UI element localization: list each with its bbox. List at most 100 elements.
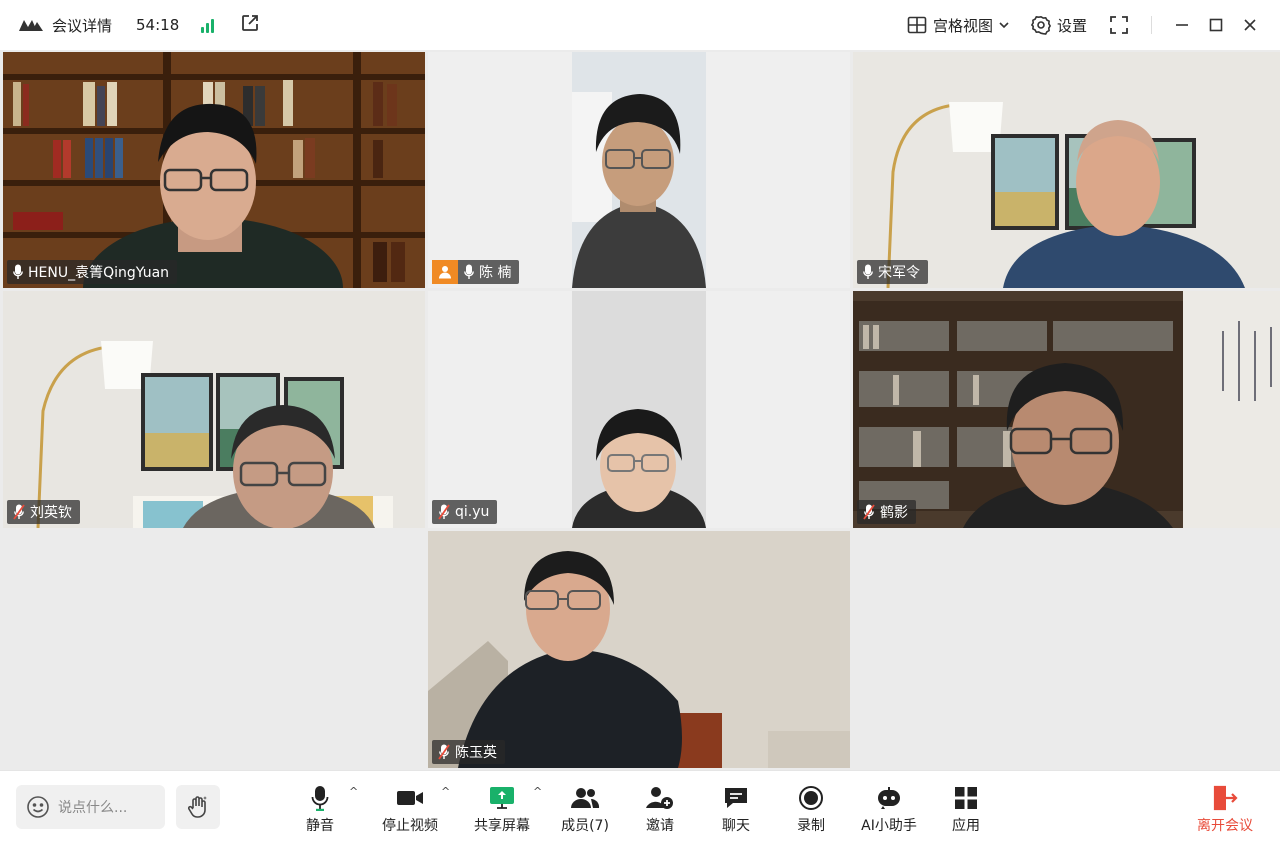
video-options-caret[interactable]: ^: [441, 785, 450, 798]
meeting-window: 会议详情 54:18 宫格视图 设置 HENU_袁箐QingYuan 陈 楠 宋…: [0, 0, 1280, 847]
video-tile[interactable]: qi.yu: [428, 291, 850, 528]
share-screen-button[interactable]: 共享屏幕: [467, 785, 537, 835]
video-tile[interactable]: 刘英钦: [3, 291, 425, 528]
network-signal-icon[interactable]: [201, 17, 215, 33]
participant-video: [428, 291, 850, 528]
host-user-icon: [439, 266, 451, 279]
fullscreen-button[interactable]: [1109, 15, 1129, 35]
apps-button[interactable]: 应用: [931, 785, 1001, 835]
mic-icon: [464, 264, 474, 279]
participant-video: [428, 52, 850, 288]
view-mode-label: 宫格视图: [932, 16, 993, 35]
participant-video: [3, 291, 425, 528]
settings-label: 设置: [1056, 16, 1087, 35]
meeting-toolbar: 说点什么... 静音 ^ 停止视频 ^ 共享屏幕 ^ 成员(7) 邀请 聊天 录…: [0, 770, 1280, 847]
video-tile[interactable]: 宋军令: [853, 52, 1280, 288]
participant-name: 宋军令: [878, 265, 920, 281]
chat-icon: [725, 788, 747, 808]
exit-icon: [1213, 785, 1238, 811]
minimize-icon: [1176, 24, 1188, 26]
view-mode-button[interactable]: 宫格视图: [907, 15, 1009, 36]
gear-icon: [1030, 15, 1051, 35]
maximize-icon: [1209, 18, 1223, 32]
add-user-icon: [646, 787, 673, 809]
video-tile[interactable]: 陈玉英: [428, 531, 850, 768]
chevron-down-icon: [999, 22, 1009, 29]
video-tile-active-speaker[interactable]: 陈 楠: [428, 52, 850, 288]
title-bar: 会议详情 54:18 宫格视图 设置: [0, 0, 1280, 50]
participant-name: 鹤影: [880, 505, 908, 521]
microphone-icon: [311, 786, 329, 811]
apps-grid-icon: [955, 787, 977, 809]
participant-video: [853, 291, 1280, 528]
raise-hand-icon: [187, 796, 207, 818]
video-tile[interactable]: 鹤影: [853, 291, 1280, 528]
members-icon: [571, 788, 600, 808]
minimize-button[interactable]: [1170, 13, 1194, 37]
participant-name: 陈 楠: [479, 265, 512, 281]
emoji-icon[interactable]: [26, 795, 50, 819]
mic-muted-icon: [13, 504, 25, 520]
members-label: 成员(7): [561, 818, 609, 834]
participant-video: [3, 52, 425, 288]
video-tile[interactable]: HENU_袁箐QingYuan: [3, 52, 425, 288]
participant-name-tag: qi.yu: [432, 500, 498, 524]
participant-video: [428, 531, 850, 768]
video-grid: HENU_袁箐QingYuan 陈 楠 宋军令 刘英钦 qi.yu 鹤影 陈玉英: [0, 50, 1280, 770]
robot-icon: [878, 787, 900, 809]
members-button[interactable]: 成员(7): [550, 785, 620, 835]
record-button[interactable]: 录制: [776, 785, 846, 835]
video-camera-icon: [397, 791, 423, 805]
participant-name: HENU_袁箐QingYuan: [28, 265, 170, 281]
grid-view-icon: [907, 16, 927, 34]
invite-label: 邀请: [646, 818, 674, 834]
settings-button[interactable]: 设置: [1030, 15, 1087, 36]
mute-options-caret[interactable]: ^: [349, 785, 358, 798]
leave-meeting-label: 离开会议: [1197, 818, 1253, 834]
record-label: 录制: [797, 818, 825, 834]
invite-button[interactable]: 邀请: [625, 785, 695, 835]
quick-chat-input[interactable]: 说点什么...: [16, 785, 165, 829]
ai-assistant-button[interactable]: AI小助手: [854, 785, 924, 835]
participant-name-tag: HENU_袁箐QingYuan: [7, 260, 178, 284]
mic-icon: [13, 264, 23, 279]
participant-name-tag: 宋军令: [857, 260, 928, 284]
raise-hand-button[interactable]: [176, 785, 220, 829]
participant-video: [853, 52, 1280, 288]
share-options-caret[interactable]: ^: [533, 785, 542, 798]
mic-muted-icon: [863, 504, 875, 520]
ai-assistant-label: AI小助手: [861, 818, 917, 834]
chat-label: 聊天: [722, 818, 750, 834]
participant-name-tag: 鹤影: [857, 500, 916, 524]
quick-chat-placeholder: 说点什么...: [58, 800, 128, 816]
participant-name: 陈玉英: [455, 745, 497, 761]
maximize-button[interactable]: [1204, 13, 1228, 37]
participant-name-tag: 刘英钦: [7, 500, 80, 524]
mute-button[interactable]: 静音: [285, 785, 355, 835]
external-link-icon[interactable]: [240, 13, 260, 37]
close-icon: [1244, 19, 1256, 31]
titlebar-divider: [1151, 16, 1152, 34]
close-button[interactable]: [1238, 13, 1262, 37]
share-screen-label: 共享屏幕: [474, 818, 530, 834]
record-icon: [799, 786, 823, 810]
mic-muted-icon: [438, 504, 450, 520]
mic-muted-icon: [438, 744, 450, 760]
participant-name-tag: 陈玉英: [432, 740, 505, 764]
chat-button[interactable]: 聊天: [701, 785, 771, 835]
mic-icon: [863, 264, 873, 279]
fullscreen-icon: [1110, 16, 1128, 34]
meeting-details-link[interactable]: 会议详情: [52, 15, 112, 36]
stop-video-label: 停止视频: [382, 818, 438, 834]
participant-name: 刘英钦: [30, 505, 72, 521]
share-screen-icon: [490, 787, 514, 809]
meeting-timer: 54:18: [136, 16, 180, 34]
participant-name-tag: 陈 楠: [458, 260, 520, 284]
host-badge: [432, 260, 458, 284]
leave-meeting-button[interactable]: 离开会议: [1190, 785, 1260, 835]
mute-label: 静音: [306, 818, 334, 834]
stop-video-button[interactable]: 停止视频: [375, 785, 445, 835]
apps-label: 应用: [952, 818, 980, 834]
participant-name: qi.yu: [455, 504, 490, 520]
app-logo-icon: [18, 18, 44, 32]
